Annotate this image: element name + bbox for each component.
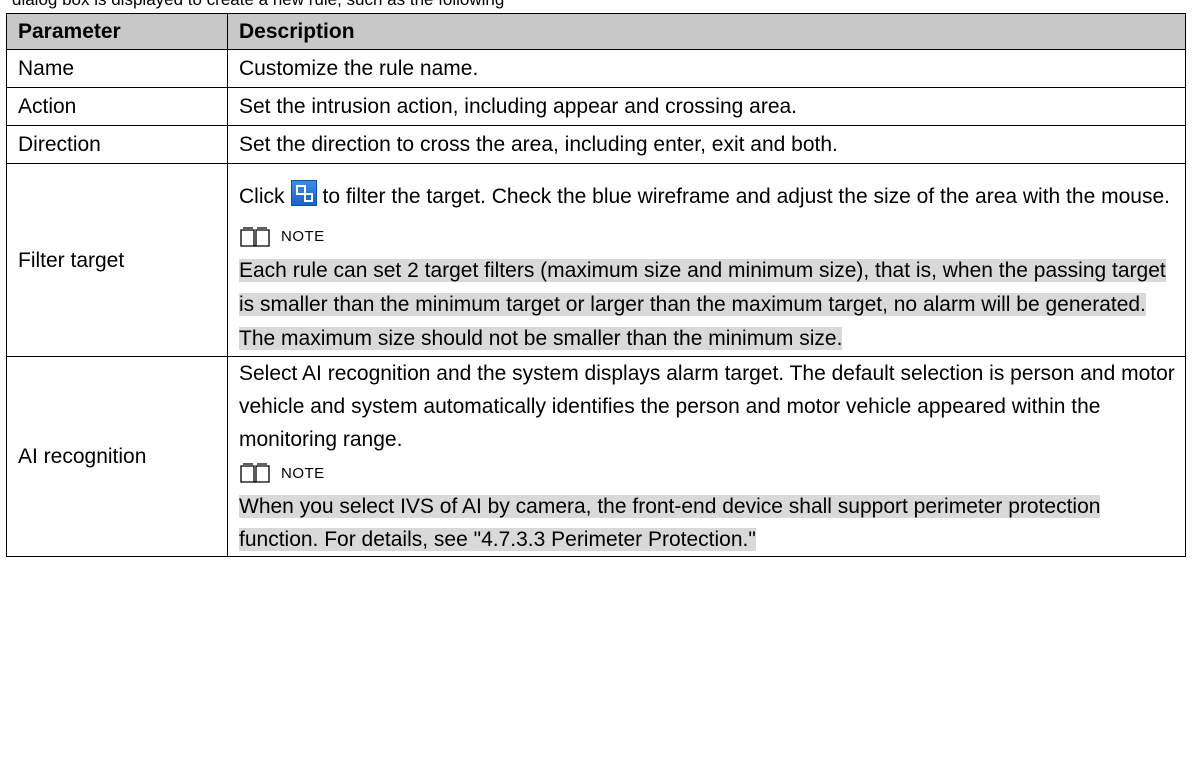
note-label: NOTE xyxy=(281,464,325,482)
header-description: Description xyxy=(227,13,1186,50)
desc-filter-target: Click to filter the target. Check the blu… xyxy=(227,163,1186,357)
param-action: Action xyxy=(6,87,228,126)
param-filter-target: Filter target xyxy=(6,163,228,357)
table-row: Action Set the intrusion action, includi… xyxy=(6,87,1186,126)
filter-desc-text: to filter the target. Check the blue wir… xyxy=(322,185,1170,208)
note-highlight: Each rule can set 2 target filters (maxi… xyxy=(239,259,1166,350)
table-row: AI recognition Select AI recognition and… xyxy=(6,356,1186,557)
param-name: Name xyxy=(6,49,228,88)
desc-name: Customize the rule name. xyxy=(227,49,1186,88)
table-header-row: Parameter Description xyxy=(6,13,1186,50)
desc-direction: Set the direction to cross the area, inc… xyxy=(227,125,1186,164)
note-heading: NOTE xyxy=(239,220,1175,254)
desc-ai-recognition: Select AI recognition and the system dis… xyxy=(227,356,1186,557)
table-row: Name Customize the rule name. xyxy=(6,49,1186,88)
header-parameter: Parameter xyxy=(6,13,228,50)
ai-desc-text: Select AI recognition and the system dis… xyxy=(239,362,1175,451)
note-heading: NOTE xyxy=(239,456,1175,490)
note-text: Each rule can set 2 target filters (maxi… xyxy=(239,254,1175,356)
intro-text: dialog box is displayed to create a new … xyxy=(12,0,1182,10)
note-label: NOTE xyxy=(281,228,325,245)
param-direction: Direction xyxy=(6,125,228,164)
book-icon xyxy=(240,227,270,247)
book-icon xyxy=(240,463,270,483)
table-row: Direction Set the direction to cross the… xyxy=(6,125,1186,164)
parameter-table: Parameter Description Name Customize the… xyxy=(6,13,1186,557)
desc-action: Set the intrusion action, including appe… xyxy=(227,87,1186,126)
table-row: Filter target Click to filter the target.… xyxy=(6,163,1186,357)
param-ai-recognition: AI recognition xyxy=(6,356,228,557)
click-text: Click xyxy=(239,185,285,208)
note-highlight: When you select IVS of AI by camera, the… xyxy=(239,495,1101,551)
filter-target-icon[interactable] xyxy=(290,180,317,206)
note-text: When you select IVS of AI by camera, the… xyxy=(239,490,1175,556)
